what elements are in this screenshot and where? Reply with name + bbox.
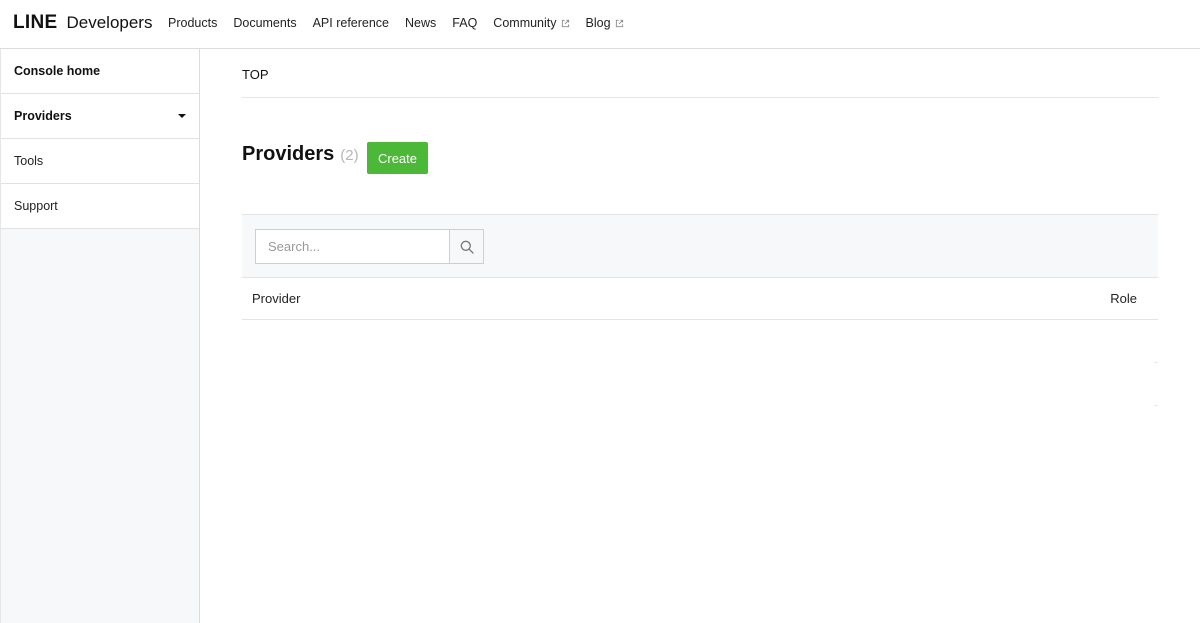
nav-faq[interactable]: FAQ [452, 16, 477, 30]
create-provider-button[interactable]: Create [367, 142, 428, 174]
nav-products-label: Products [168, 16, 218, 30]
sidebar-item-providers[interactable]: Providers [1, 94, 199, 139]
nav-blog-label: Blog [585, 16, 611, 30]
provider-count: (2) [340, 147, 359, 164]
external-link-icon [561, 19, 569, 27]
search-icon [460, 240, 474, 254]
nav-news[interactable]: News [405, 16, 436, 30]
nav-api-reference-label: API reference [312, 16, 390, 30]
table-row-divider [1154, 405, 1158, 406]
nav-community[interactable]: Community [493, 16, 569, 30]
caret-down-icon [178, 114, 186, 118]
nav-products[interactable]: Products [168, 16, 217, 30]
nav-blog[interactable]: Blog [586, 16, 624, 30]
nav-documents-label: Documents [233, 16, 297, 30]
table-row-divider [1154, 362, 1158, 363]
sidebar-item-tools[interactable]: Tools [1, 139, 199, 184]
sidebar-item-label: Console home [14, 64, 101, 78]
search-input[interactable] [255, 229, 449, 264]
column-header-role[interactable]: Role [1110, 291, 1137, 306]
sidebar-empty-area [1, 229, 199, 623]
sidebar-item-label: Tools [14, 154, 44, 168]
sidebar: Console home Providers Tools Support [0, 49, 200, 623]
search-panel [242, 214, 1158, 278]
top-header: LINE Developers Products Documents API r… [0, 0, 1200, 49]
sidebar-item-label: Providers [14, 109, 72, 123]
logo-developers-text: Developers [66, 13, 153, 32]
column-header-provider[interactable]: Provider [252, 291, 300, 306]
search-button[interactable] [449, 229, 484, 264]
top-nav: Products Documents API reference News FA… [168, 16, 640, 30]
nav-news-label: News [405, 16, 437, 30]
line-developers-logo[interactable]: LINE Developers [13, 12, 152, 34]
breadcrumb-divider [242, 97, 1159, 98]
nav-documents[interactable]: Documents [233, 16, 296, 30]
sidebar-item-label: Support [14, 199, 58, 213]
nav-faq-label: FAQ [452, 16, 478, 30]
nav-community-label: Community [493, 16, 557, 30]
logo-line-text: LINE [13, 12, 58, 33]
external-link-icon [615, 19, 623, 27]
breadcrumb: TOP [242, 67, 269, 82]
page-title: Providers [242, 143, 335, 165]
page-title-group: Providers (2) [242, 143, 359, 166]
nav-api-reference[interactable]: API reference [313, 16, 389, 30]
sidebar-item-support[interactable]: Support [1, 184, 199, 229]
providers-table-header: Provider Role [242, 278, 1158, 320]
breadcrumb-top[interactable]: TOP [242, 67, 269, 82]
sidebar-item-console-home[interactable]: Console home [1, 49, 199, 94]
